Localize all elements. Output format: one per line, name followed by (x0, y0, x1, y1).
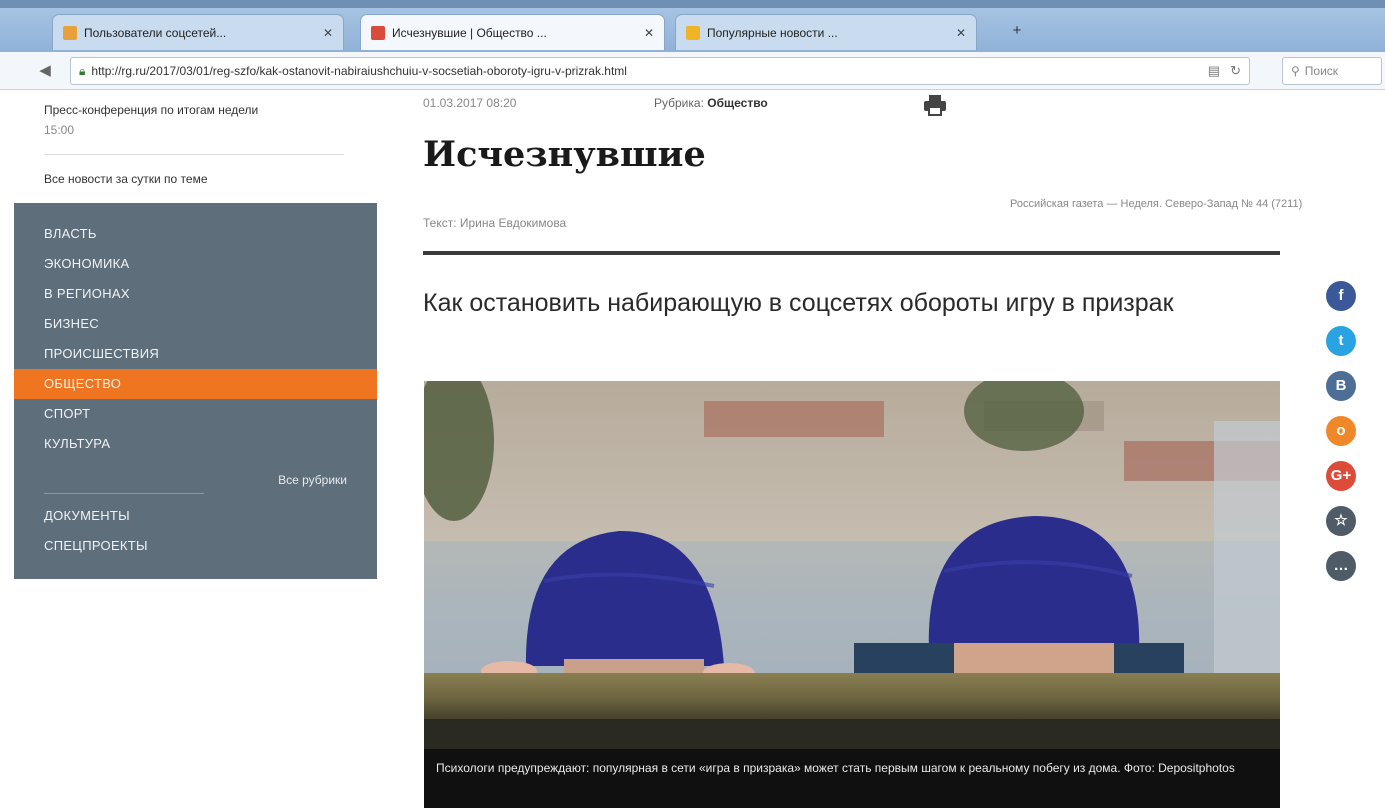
rubric-item-specprojects[interactable]: Спецпроекты (14, 531, 377, 561)
article-date: 01.03.2017 08:20 (423, 96, 517, 110)
google-plus-share-icon[interactable]: G+ (1326, 461, 1356, 491)
article-author[interactable]: Текст: Ирина Евдокимова (423, 216, 566, 230)
article-photo: Психологи предупреждают: популярная в се… (424, 381, 1280, 808)
vk-share-icon[interactable]: B (1326, 371, 1356, 401)
back-arrow-icon[interactable]: ◀ (34, 60, 56, 82)
url-text: http://rg.ru/2017/03/01/reg-szfo/kak-ost… (91, 64, 627, 78)
sidebar-news-link[interactable]: Все новости за сутки по теме (44, 172, 344, 186)
divider (44, 154, 344, 155)
photo-two-children-in-blue-hats (424, 381, 1280, 808)
new-tab-button[interactable]: + (1000, 20, 1034, 42)
article-title: Исчезнувшие (423, 134, 706, 175)
tab-close-icon[interactable]: ✕ (323, 26, 333, 40)
rubric-item-incidents[interactable]: Происшествия (14, 339, 377, 369)
search-icon: ⚲ (1291, 64, 1300, 78)
search-input[interactable]: ⚲ Поиск (1282, 57, 1382, 85)
comments-icon[interactable]: … (1326, 551, 1356, 581)
browser-tab-1[interactable]: Пользователи соцсетей... ✕ (52, 14, 344, 50)
rubric-item-sport[interactable]: Спорт (14, 399, 377, 429)
tab-title: Пользователи соцсетей... (84, 25, 227, 40)
search-placeholder: Поиск (1304, 64, 1339, 78)
odnoklassniki-share-icon[interactable]: o (1326, 416, 1356, 446)
reader-view-icon[interactable]: ▤ (1208, 63, 1220, 79)
facebook-share-icon[interactable]: f (1326, 281, 1356, 311)
rubric-item-business[interactable]: Бизнес (14, 309, 377, 339)
rubric-prefix: Рубрика: (654, 96, 704, 110)
rubric-item-culture[interactable]: Культура (14, 429, 377, 459)
sidebar-news-text: Пресс-конференция по итогам недели (44, 103, 259, 117)
photo-caption: Психологи предупреждают: популярная в се… (424, 749, 1280, 808)
divider (44, 493, 204, 494)
rubric-item-documents[interactable]: Документы (14, 501, 377, 531)
all-rubrics-link[interactable]: Все рубрики (14, 473, 347, 487)
rubrics-menu: Власть Экономика В регионах Бизнес Проис… (14, 203, 377, 579)
article-lead: Как остановить набирающую в соцсетях обо… (423, 289, 1174, 317)
tab-favicon-icon (63, 25, 77, 40)
address-bar[interactable]: 🔒︎ http://rg.ru/2017/03/01/reg-szfo/kak-… (70, 57, 1250, 85)
sidebar-news-time: 15:00 (44, 123, 75, 137)
rubric-item-regions[interactable]: В регионах (14, 279, 377, 309)
tab-favicon-icon (686, 25, 700, 40)
rubric-item-economy[interactable]: Экономика (14, 249, 377, 279)
twitter-share-icon[interactable]: t (1326, 326, 1356, 356)
tab-favicon-icon (371, 25, 385, 40)
browser-tab-2-active[interactable]: Исчезнувшие | Общество ... ✕ (360, 14, 665, 50)
article-rubric: Рубрика: Общество (654, 96, 768, 110)
article-issue[interactable]: Российская газета — Неделя. Северо-Запад… (1010, 195, 1340, 213)
print-icon[interactable] (922, 93, 948, 117)
rubric-item-vlast[interactable]: Власть (14, 219, 377, 249)
rubric-item-society[interactable]: Общество (14, 369, 377, 399)
left-column: Пресс-конференция по итогам недели 15:00… (0, 90, 380, 808)
tab-title: Исчезнувшие | Общество ... (392, 25, 547, 40)
tab-title: Популярные новости ... (707, 25, 838, 40)
reload-icon[interactable]: ↻ (1230, 63, 1241, 79)
window-top-edge (0, 0, 1385, 8)
tab-close-icon[interactable]: ✕ (956, 26, 966, 40)
title-divider (423, 251, 1280, 255)
tab-close-icon[interactable]: ✕ (644, 26, 654, 40)
browser-tab-3[interactable]: Популярные новости ... ✕ (675, 14, 977, 50)
rubric-link[interactable]: Общество (707, 96, 768, 110)
lock-icon: 🔒︎ (79, 63, 86, 78)
sidebar-news-item[interactable]: Пресс-конференция по итогам недели 15:00 (44, 102, 344, 138)
bookmark-icon[interactable]: ☆ (1326, 506, 1356, 536)
